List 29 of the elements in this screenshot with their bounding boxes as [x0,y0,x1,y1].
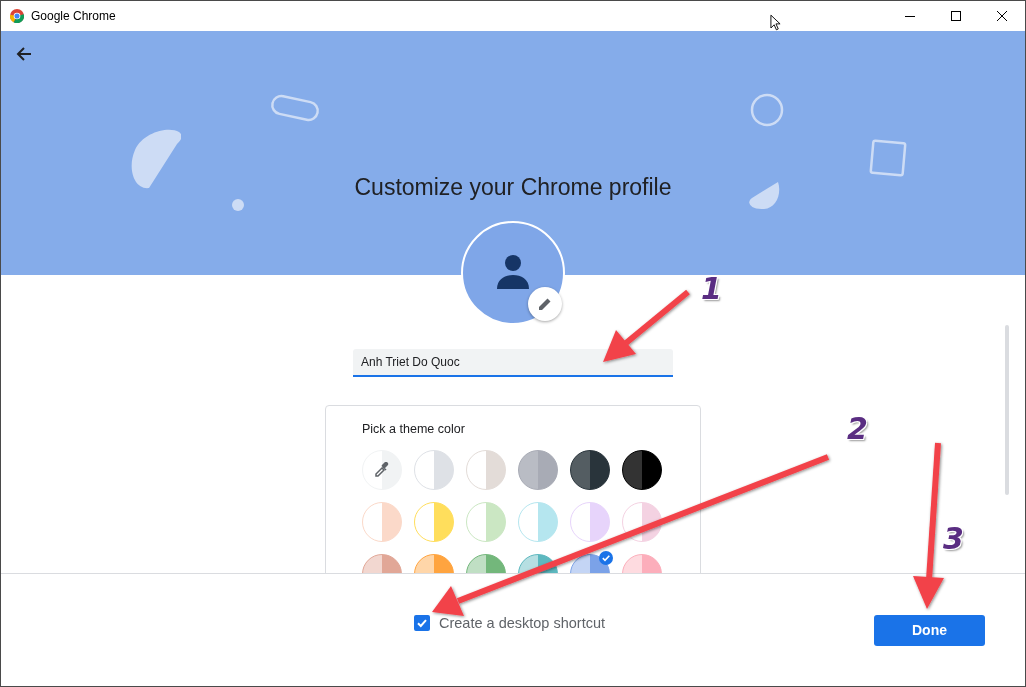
annotation-number: 1 [701,271,722,306]
person-icon [495,253,531,289]
window-title: Google Chrome [31,9,116,23]
checkmark-icon [416,617,428,629]
eyedropper-icon [374,462,390,478]
color-swatch[interactable] [622,450,662,490]
name-input-field[interactable]: Anh Triet Do Quoc [353,349,673,377]
decorative-shape [231,198,245,212]
page-heading: Customize your Chrome profile [354,173,672,201]
decorative-shape [867,137,909,179]
decorative-shape [129,128,181,190]
decorative-shape [746,180,782,212]
check-icon [599,551,613,565]
annotation-number: 2 [847,411,868,446]
decorative-shape [750,93,784,127]
pencil-icon [538,297,552,311]
maximize-icon [951,11,961,21]
browser-logo-icon [10,9,24,23]
scrollbar-thumb[interactable] [1005,325,1009,495]
card-title: Pick a theme color [362,422,466,436]
checkbox-label: Create a desktop shortcut [439,615,606,631]
close-icon [997,11,1007,21]
color-swatch[interactable] [518,450,558,490]
done-button[interactable]: Done [874,614,985,646]
color-swatch[interactable] [570,450,610,490]
checkbox[interactable] [414,615,430,631]
annotation-number: 3 [943,521,964,556]
decorative-shape [269,94,321,124]
back-arrow-icon [16,46,32,62]
